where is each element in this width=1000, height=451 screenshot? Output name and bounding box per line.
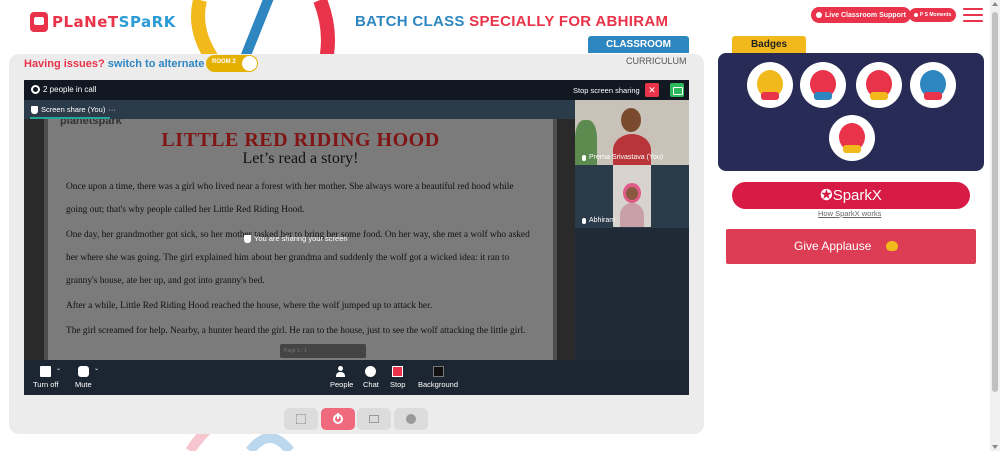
gear-icon[interactable]	[31, 85, 40, 94]
live-support-label: Live Classroom Support	[825, 11, 906, 19]
sparkx-button[interactable]: ✪SparkX	[732, 182, 970, 209]
room-toggle-label: ROOM 2	[212, 59, 236, 65]
page-scrollbar[interactable]	[990, 0, 1000, 451]
title-student: SPECIALLY FOR ABHIRAM	[469, 13, 669, 30]
palette-button[interactable]	[394, 408, 428, 430]
page-navigator[interactable]: Page 1 / 1	[280, 344, 366, 358]
toggle-knob	[242, 56, 257, 71]
mask-badge-icon[interactable]	[829, 115, 875, 161]
expand-icon	[296, 414, 306, 424]
more-options-icon[interactable]: ···	[108, 105, 116, 114]
room-toggle[interactable]: ROOM 2	[206, 55, 258, 72]
screen-share-bar: Screen share (You) ···	[24, 100, 575, 119]
rocket-badge-icon[interactable]	[856, 62, 902, 108]
hamburger-menu-icon[interactable]	[963, 8, 983, 22]
stop-share-icon	[392, 366, 404, 377]
stop-share-button[interactable]: Stop	[390, 366, 405, 389]
sharing-notice: You are sharing your screen	[244, 234, 348, 243]
power-icon	[333, 413, 343, 424]
title-batch-class: BATCH CLASS	[355, 13, 470, 30]
people-icon	[336, 366, 347, 377]
screen-share-icon[interactable]	[670, 83, 684, 97]
chat-icon	[365, 366, 377, 377]
scroll-up-icon[interactable]	[992, 2, 998, 6]
participant-name: Prerna Srivastava (You)	[582, 154, 663, 161]
issue-question: Having issues?	[24, 58, 105, 70]
chevron-down-icon[interactable]: ⌄	[94, 365, 99, 372]
sparkx-label: SparkX	[832, 187, 882, 204]
participant-tile[interactable]: Abhiram	[575, 165, 689, 228]
support-icon	[816, 12, 822, 18]
laptop-icon	[369, 415, 379, 423]
logo-text-planet: PLaNeT	[52, 13, 119, 31]
microphone-icon	[77, 366, 89, 377]
issue-bar: Having issues? switch to alternate room	[24, 58, 235, 70]
document-logo: planetspark	[60, 119, 122, 127]
document-subtitle: Let’s read a story!	[242, 150, 359, 167]
participant-name: Abhiram	[582, 217, 615, 224]
mic-icon	[582, 217, 586, 224]
screen-share-label: Screen share (You)	[41, 105, 106, 114]
palette-icon	[406, 414, 416, 424]
badges-panel	[718, 53, 984, 171]
call-top-bar: 2 people in call Stop screen sharing ✕	[24, 80, 689, 100]
robot-logo-icon	[30, 12, 48, 32]
moments-icon	[914, 13, 918, 17]
badges-tab[interactable]: Badges	[732, 36, 806, 54]
chat-button[interactable]: Chat	[363, 366, 379, 389]
call-controls: Turn off ⌄ Mute ⌄ People Chat Stop Backg…	[24, 360, 689, 395]
video-call-window: 2 people in call Stop screen sharing ✕ S…	[24, 80, 689, 395]
shield-icon	[244, 234, 251, 243]
lock-badge-icon[interactable]	[910, 62, 956, 108]
live-support-button[interactable]: Live Classroom Support	[811, 7, 911, 23]
give-applause-button[interactable]: Give Applause	[726, 229, 976, 264]
screen-share-tab[interactable]: Screen share (You) ···	[31, 105, 116, 114]
applause-label: Give Applause	[794, 239, 872, 253]
tab-curriculum[interactable]: CURRICULUM	[626, 56, 687, 66]
trophy-badge-icon[interactable]	[747, 62, 793, 108]
scroll-down-icon[interactable]	[992, 445, 998, 449]
document-body: Once upon a time, there was a girl who l…	[66, 176, 532, 345]
stop-sharing-label: Stop screen sharing	[573, 86, 640, 95]
leave-class-button[interactable]	[321, 408, 355, 430]
document-scrollbar[interactable]	[567, 119, 575, 360]
background-button[interactable]: Background	[418, 366, 458, 389]
chevron-down-icon[interactable]: ⌄	[56, 365, 61, 372]
moments-button[interactable]: P S Moments	[909, 8, 957, 22]
fullscreen-button[interactable]	[284, 408, 318, 430]
sharing-notice-text: You are sharing your screen	[254, 234, 348, 243]
camera-toggle-button[interactable]: Turn off	[33, 366, 58, 389]
people-count: 2 people in call	[43, 85, 97, 94]
video-camera-icon	[40, 366, 52, 377]
screen-button[interactable]	[357, 408, 391, 430]
mic-icon	[582, 154, 586, 161]
page: PLaNeTSPaRK BATCH CLASS SPECIALLY FOR AB…	[0, 0, 1000, 451]
story-paragraph: Once upon a time, there was a girl who l…	[66, 182, 514, 215]
scrollbar-thumb[interactable]	[992, 12, 998, 392]
background-icon	[432, 366, 444, 377]
story-paragraph: The girl screamed for help. Nearby, a hu…	[66, 326, 526, 336]
shared-screen: planetspark LITTLE RED RIDING HOOD Let’s…	[24, 119, 575, 360]
clapping-hands-icon	[886, 241, 898, 251]
planetspark-logo[interactable]: PLaNeTSPaRK	[30, 12, 176, 32]
page-title: BATCH CLASS SPECIALLY FOR ABHIRAM	[355, 13, 668, 30]
hero-badge-icon[interactable]	[800, 62, 846, 108]
people-button[interactable]: People	[330, 366, 353, 389]
moments-label: P S Moments	[920, 12, 952, 18]
document-title: LITTLE RED RIDING HOOD	[161, 129, 440, 151]
story-paragraph: After a while, Little Red Riding Hood re…	[66, 301, 433, 311]
mute-button[interactable]: Mute	[75, 366, 92, 389]
sparkx-help-link[interactable]: How SparkX works	[818, 209, 881, 218]
shield-icon	[31, 105, 38, 114]
participant-tile[interactable]: Prerna Srivastava (You)	[575, 100, 689, 165]
tab-classroom[interactable]: CLASSROOM	[588, 36, 689, 53]
stop-sharing-close-button[interactable]: ✕	[645, 83, 659, 97]
logo-text-spark: SPaRK	[118, 13, 176, 31]
